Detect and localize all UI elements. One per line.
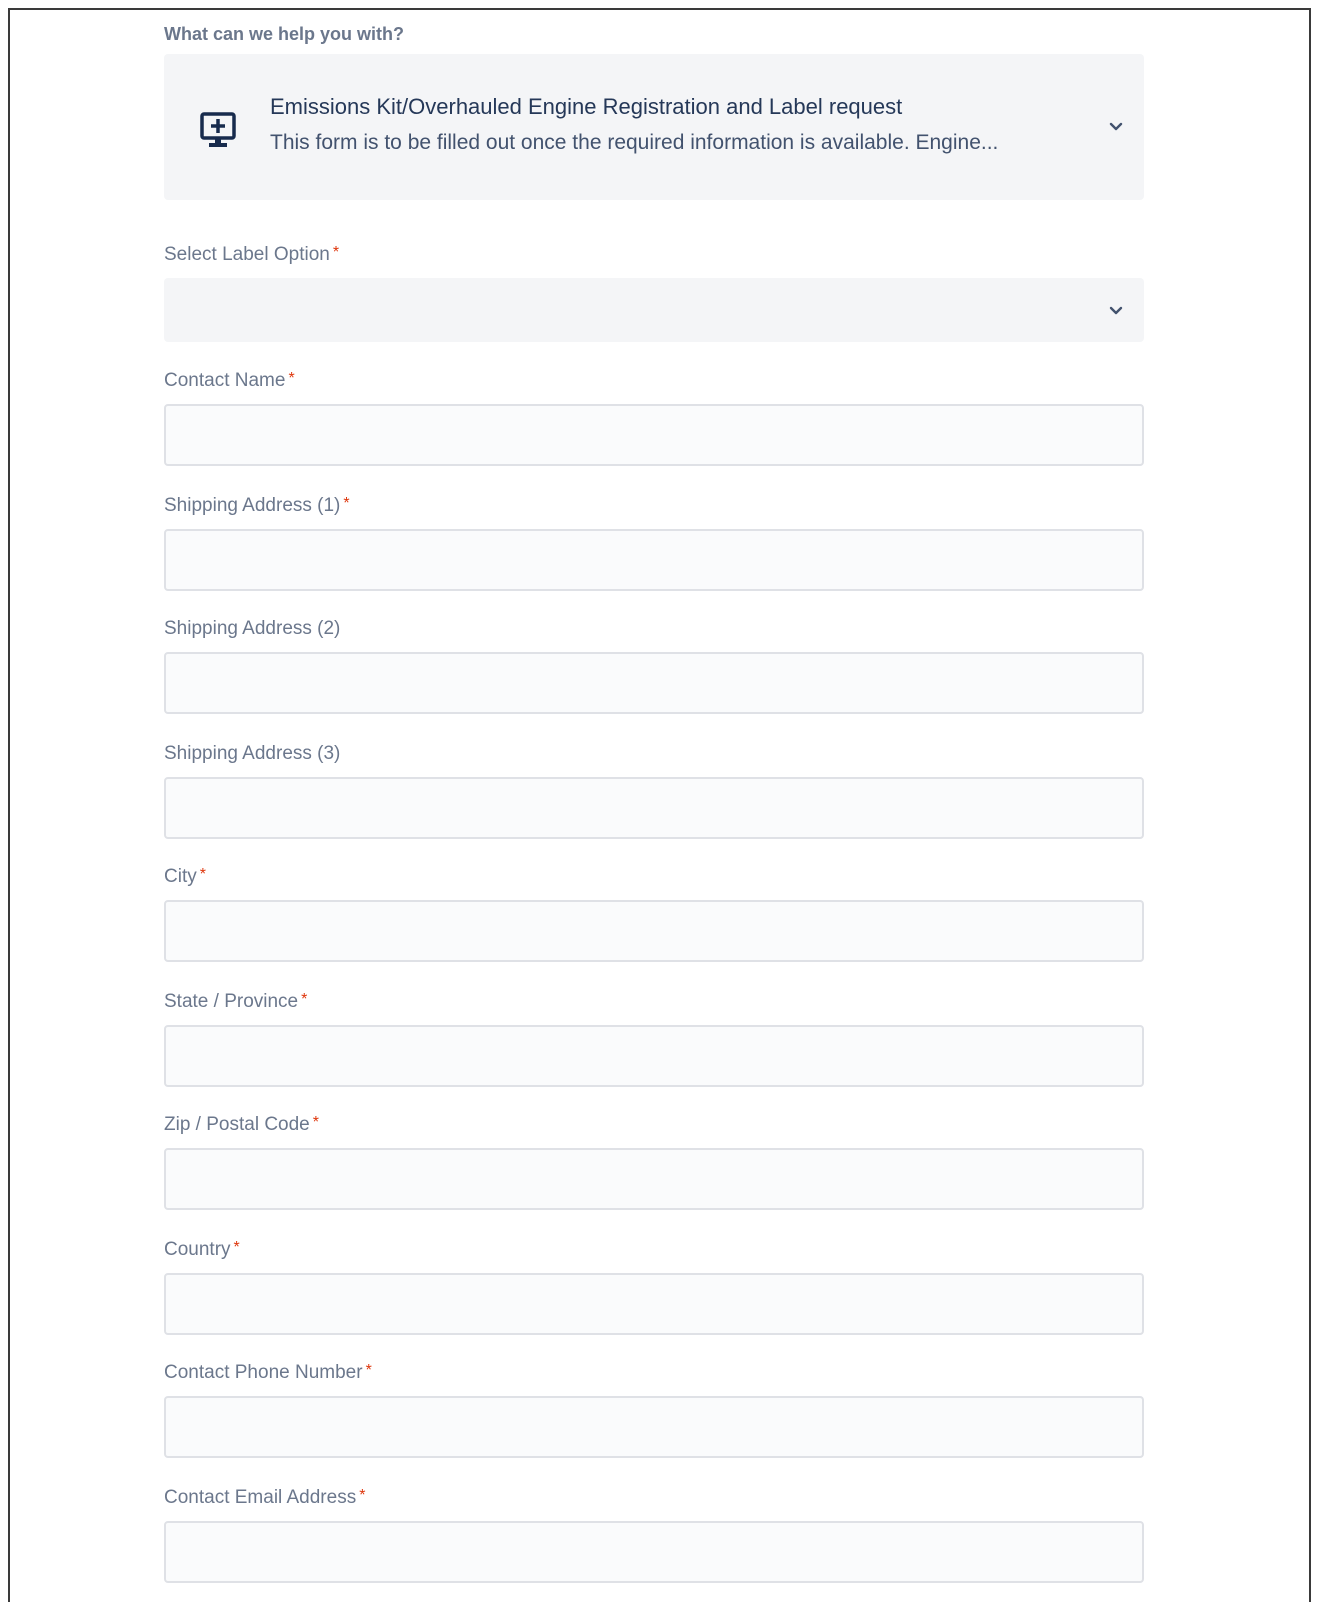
required-marker: * [233,1239,240,1256]
required-marker: * [199,866,206,883]
zip-postal-code-input[interactable] [164,1148,1144,1210]
help-question-label: What can we help you with? [164,24,405,44]
contact-name-label-text: Contact Name [164,370,286,391]
state-province-input[interactable] [164,1025,1144,1087]
label-option-select[interactable] [164,278,1144,342]
contact-phone-label: Contact Phone Number * [164,1362,372,1384]
contact-email-input[interactable] [164,1521,1144,1583]
shipping-address-2-input[interactable] [164,652,1144,714]
city-input[interactable] [164,900,1144,962]
shipping-address-1-label: Shipping Address (1) * [164,495,350,517]
state-province-label: State / Province * [164,991,307,1013]
request-type-description: This form is to be filled out once the r… [270,131,999,154]
country-label: Country * [164,1239,240,1261]
state-province-label-text: State / Province [164,991,299,1012]
shipping-address-1-input[interactable] [164,529,1144,591]
zip-postal-code-label: Zip / Postal Code * [164,1114,319,1136]
city-label: City * [164,866,206,888]
shipping-address-2-label-text: Shipping Address (2) [164,618,341,639]
required-marker: * [359,1487,366,1504]
label-option-label-text: Select Label Option [164,244,330,265]
monitor-plus-icon [200,112,236,147]
contact-phone-label-text: Contact Phone Number [164,1362,363,1383]
page-frame: What can we help you with? Emissions Kit… [8,8,1311,1602]
request-type-selector[interactable]: Emissions Kit/Overhauled Engine Registra… [164,54,1144,200]
required-marker: * [312,1114,319,1131]
chevron-down-icon [1109,122,1123,131]
request-type-title: Emissions Kit/Overhauled Engine Registra… [270,94,903,119]
label-option-label: Select Label Option * [164,244,339,266]
required-marker: * [301,991,308,1008]
required-marker: * [365,1362,372,1379]
city-label-text: City [164,866,197,887]
contact-name-input[interactable] [164,404,1144,466]
shipping-address-2-label: Shipping Address (2) [164,618,343,640]
required-marker: * [332,244,340,261]
contact-email-label: Contact Email Address * [164,1487,365,1509]
shipping-address-3-input[interactable] [164,777,1144,839]
shipping-address-3-label-text: Shipping Address (3) [164,743,341,764]
country-label-text: Country [164,1239,231,1260]
zip-postal-code-label-text: Zip / Postal Code [164,1114,310,1135]
chevron-down-icon [1109,306,1123,315]
contact-email-label-text: Contact Email Address [164,1487,357,1508]
required-marker: * [288,370,295,387]
required-marker: * [343,495,350,512]
country-input[interactable] [164,1273,1144,1335]
shipping-address-1-label-text: Shipping Address (1) [164,495,341,516]
contact-name-label: Contact Name * [164,370,295,392]
contact-phone-input[interactable] [164,1396,1144,1458]
shipping-address-3-label: Shipping Address (3) [164,743,343,765]
